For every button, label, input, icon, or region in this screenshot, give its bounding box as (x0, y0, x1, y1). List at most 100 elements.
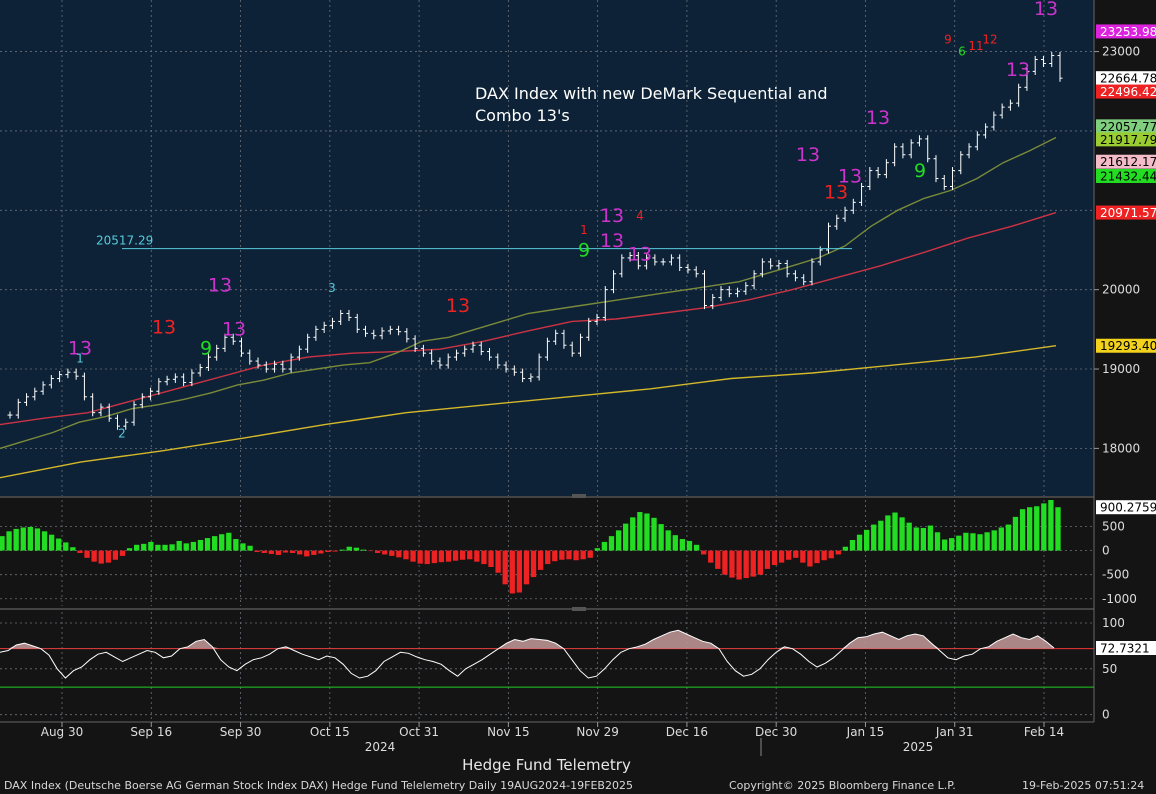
oscillator-bar (70, 547, 76, 551)
oscillator-bar (566, 550, 572, 560)
demark-count: 6 (958, 45, 966, 59)
oscillator-bar (311, 550, 317, 555)
y-tick-label: 0 (1102, 708, 1110, 722)
demark-count: 9 (200, 338, 212, 360)
oscillator-bar (240, 543, 246, 551)
oscillator-bar (743, 550, 749, 579)
oscillator-bar (700, 550, 707, 555)
oscillator-bar (410, 550, 416, 562)
oscillator-bar (41, 531, 48, 551)
oscillator-bar (998, 527, 1004, 551)
oscillator-bar (708, 550, 714, 563)
oscillator-bar (927, 525, 934, 551)
oscillator-bar (906, 522, 912, 551)
oscillator-bar (289, 550, 296, 553)
demark-count: 9 (578, 239, 590, 261)
oscillator-bar (949, 538, 955, 551)
oscillator-bar (254, 550, 260, 553)
oscillator-bar (261, 550, 267, 553)
oscillator-bar (20, 527, 26, 551)
oscillator-bar (1034, 506, 1040, 551)
oscillator-bar (77, 550, 83, 553)
year-label: 2025 (903, 740, 934, 754)
demark-count: 13 (838, 166, 862, 188)
y-tick-label: 19000 (1102, 362, 1140, 376)
oscillator-bar (1041, 503, 1047, 551)
oscillator-bar (934, 532, 941, 551)
rsi-panel-background (0, 612, 1094, 722)
oscillator-bar (445, 550, 452, 562)
oscillator-bar (63, 542, 69, 551)
oscillator-bar (651, 517, 657, 551)
oscillator-bar (523, 550, 530, 585)
oscillator-bar (658, 524, 664, 551)
oscillator-bar (1019, 509, 1026, 551)
panel-resize-handle[interactable] (572, 607, 586, 611)
demark-count: 12 (982, 33, 997, 47)
oscillator-bar (119, 550, 126, 556)
chart-bottom-title: Hedge Fund Telemetry (462, 756, 631, 774)
oscillator-bar (516, 550, 523, 593)
oscillator-bar (374, 550, 381, 553)
oscillator-bar (963, 532, 969, 551)
oscillator-bar (885, 515, 891, 551)
x-tick-label: Oct 15 (310, 725, 350, 739)
oscillator-bar (800, 550, 806, 563)
oscillator-bar (353, 547, 360, 551)
oscillator-bar (856, 534, 863, 551)
oscillator-bar (991, 530, 997, 551)
oscillator-bar (197, 539, 204, 551)
panel-resize-handle[interactable] (572, 494, 586, 498)
oscillator-bar (878, 520, 884, 551)
x-tick-label: Nov 15 (487, 725, 530, 739)
oscillator-bar (630, 517, 636, 551)
oscillator-bar (155, 544, 161, 551)
oscillator-bar (502, 550, 508, 585)
oscillator-bar (176, 540, 182, 551)
oscillator-bar (403, 550, 409, 560)
oscillator-bar (786, 550, 792, 560)
x-tick-label: Sep 30 (220, 725, 262, 739)
oscillator-bar (644, 513, 650, 551)
oscillator-bar (828, 550, 834, 559)
oscillator-bar (488, 550, 494, 567)
x-tick-label: Jan 31 (935, 725, 974, 739)
oscillator-bar (211, 536, 218, 551)
oscillator-bar (537, 550, 544, 570)
oscillator-bar (134, 544, 140, 551)
oscillator-bar (304, 550, 310, 557)
oscillator-bar (169, 544, 175, 551)
oscillator-bar (27, 526, 34, 551)
y-tick-label: 20000 (1102, 283, 1140, 297)
footer-copyright: Copyright© 2025 Bloomberg Finance L.P. (729, 779, 956, 792)
y-tick-label: 0 (1102, 544, 1110, 558)
oscillator-bar (892, 512, 898, 551)
demark-count: 13 (600, 230, 624, 252)
oscillator-bar (807, 550, 813, 567)
last-price-label: 21917.79 (1100, 133, 1156, 147)
oscillator-bar (126, 548, 133, 551)
oscillator-bar (481, 550, 487, 565)
oscillator-bar (141, 543, 147, 551)
last-price-label: 21432.44 (1100, 169, 1156, 183)
oscillator-bar (920, 527, 926, 551)
last-price-label: 19293.40 (1100, 339, 1156, 353)
oscillator-bar (282, 550, 289, 553)
oscillator-bar (672, 535, 678, 551)
oscillator-bar (183, 543, 189, 551)
oscillator-bar (1005, 524, 1012, 551)
demark-count: 13 (796, 144, 820, 166)
y-tick-label: -1000 (1102, 592, 1137, 606)
oscillator-bar (396, 550, 402, 558)
oscillator-bar (6, 531, 12, 551)
oscillator-bar (977, 534, 983, 551)
oscillator-bar (1026, 507, 1033, 551)
oscillator-bar (693, 544, 700, 551)
demark-count: 13 (152, 316, 176, 338)
y-tick-label: 23000 (1102, 45, 1140, 59)
oscillator-bar (297, 550, 303, 555)
level-label: 20517.29 (96, 234, 153, 248)
oscillator-bar (941, 539, 948, 551)
oscillator-bar (984, 532, 990, 551)
price-panel-background (0, 0, 1094, 496)
